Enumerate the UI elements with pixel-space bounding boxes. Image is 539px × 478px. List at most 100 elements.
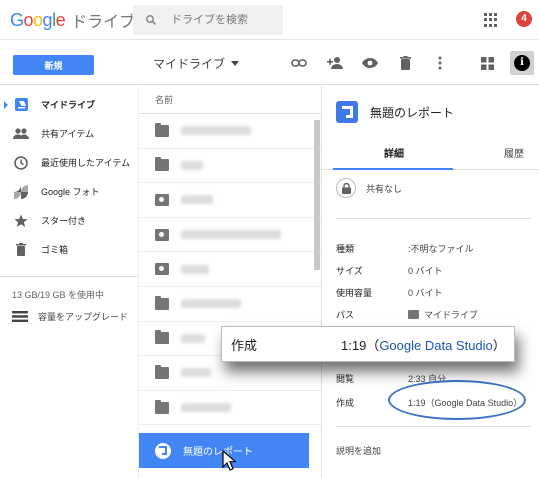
- sharing-label: 共有なし: [366, 183, 403, 194]
- folder-icon: [155, 157, 169, 172]
- prop-storage-used: 使用容量 0 バイト: [336, 288, 443, 298]
- sidebar-item-photos[interactable]: Google フォト: [0, 177, 138, 206]
- notifications-badge[interactable]: 4: [516, 11, 532, 27]
- folder-icon: [155, 330, 169, 345]
- top-bar: Google ドライブ 4: [0, 0, 539, 40]
- list-item[interactable]: [139, 218, 321, 253]
- list-item[interactable]: [139, 391, 321, 426]
- prop-location: パス マイドライブ: [336, 308, 479, 321]
- details-toggle-button[interactable]: i: [510, 51, 534, 75]
- apps-grid-icon[interactable]: [484, 13, 498, 27]
- sharing-status[interactable]: 共有なし: [336, 178, 402, 198]
- redacted-filename: [181, 299, 241, 309]
- new-button[interactable]: 新規: [13, 55, 94, 75]
- drive-icon: [13, 97, 29, 113]
- folder-icon: [155, 399, 169, 414]
- clock-icon: [13, 155, 29, 171]
- details-panel: 無題のレポート 詳細 履歴 共有なし 種類:不明なファイル サイズ 0 バイト 使…: [321, 86, 539, 478]
- shared-folder-icon: [155, 263, 169, 276]
- link-icon[interactable]: [290, 54, 308, 72]
- selected-file-name: 無題のレポート: [183, 447, 253, 459]
- sidebar-item-label: ゴミ箱: [41, 245, 69, 255]
- sidebar-item-label: マイドライブ: [41, 100, 96, 110]
- list-item[interactable]: [139, 149, 321, 184]
- callout-value: 1:19（Google Data Studio）: [341, 337, 506, 353]
- photos-icon: [13, 184, 29, 200]
- storage-icon: [12, 311, 28, 322]
- redacted-filename: [181, 160, 203, 170]
- details-header: 無題のレポート: [322, 86, 539, 138]
- list-item[interactable]: [139, 287, 321, 322]
- callout-app-link: Google Data Studio: [379, 337, 493, 353]
- redacted-filename: [181, 126, 251, 136]
- shared-folder-icon: [155, 228, 169, 241]
- zoom-callout: 作成 1:19（Google Data Studio）: [221, 326, 515, 362]
- sidebar-item-label: 最近使用したアイテム: [41, 158, 131, 168]
- details-tabs: 詳細 履歴: [322, 140, 539, 170]
- file-list: 名前 無題のレポート: [138, 86, 321, 478]
- highlight-ellipse: [388, 380, 526, 420]
- divider: [336, 426, 531, 427]
- preview-eye-icon[interactable]: [361, 54, 379, 72]
- list-item[interactable]: [139, 114, 321, 149]
- search-input[interactable]: [171, 14, 281, 26]
- sidebar-item-shared[interactable]: 共有アイテム: [0, 119, 138, 148]
- more-vert-icon[interactable]: [431, 54, 449, 72]
- product-name: ドライブ: [71, 14, 136, 31]
- sidebar-item-recent[interactable]: 最近使用したアイテム: [0, 148, 138, 177]
- shared-folder-icon: [155, 193, 169, 206]
- tab-history[interactable]: 履歴: [504, 140, 524, 170]
- location-dropdown[interactable]: マイドライブ: [153, 55, 240, 72]
- redacted-filename: [181, 403, 231, 413]
- prop-size: サイズ 0 バイト: [336, 266, 443, 276]
- action-toolbar: 新規 マイドライブ i: [0, 41, 539, 85]
- sidebar-divider: [0, 276, 138, 277]
- trash-icon: [13, 242, 29, 258]
- google-drive-logo[interactable]: Google ドライブ: [10, 9, 136, 32]
- google-wordmark: Google: [10, 9, 66, 30]
- sidebar: マイドライブ 共有アイテム 最近使用したアイテム Google フォト スター付…: [0, 86, 138, 478]
- redacted-filename: [181, 195, 213, 205]
- upgrade-label: 容量をアップグレード: [38, 312, 129, 322]
- folder-icon: [408, 310, 419, 319]
- sidebar-item-label: Google フォト: [41, 187, 100, 197]
- sidebar-item-starred[interactable]: スター付き: [0, 206, 138, 235]
- sidebar-item-trash[interactable]: ゴミ箱: [0, 235, 138, 264]
- prop-type: 種類:不明なファイル: [336, 244, 474, 254]
- details-title: 無題のレポート: [370, 105, 455, 120]
- add-description-field[interactable]: 説明を追加: [336, 444, 381, 457]
- redacted-filename: [181, 368, 211, 378]
- data-studio-report-icon: [155, 442, 171, 459]
- folder-icon: [155, 122, 169, 137]
- grid-view-icon[interactable]: [478, 54, 496, 72]
- storage-usage-text: 13 GB/19 GB を使用中: [12, 290, 105, 300]
- sidebar-item-label: 共有アイテム: [41, 129, 95, 139]
- divider: [336, 218, 531, 219]
- location-chip[interactable]: マイドライブ: [408, 308, 478, 321]
- list-item[interactable]: [139, 252, 321, 287]
- data-studio-report-icon: [336, 101, 358, 123]
- list-item[interactable]: [139, 183, 321, 218]
- delete-icon[interactable]: [396, 54, 414, 72]
- dropdown-caret-icon: [231, 61, 240, 66]
- folder-icon: [155, 364, 169, 379]
- people-icon: [13, 126, 29, 142]
- column-header-name[interactable]: 名前: [139, 86, 321, 114]
- mouse-pointer-icon: [222, 450, 236, 471]
- redacted-filename: [181, 264, 209, 274]
- upgrade-storage-link[interactable]: 容量をアップグレード: [12, 310, 128, 323]
- location-label: マイドライブ: [153, 57, 226, 71]
- lock-icon: [336, 178, 356, 198]
- folder-icon: [155, 295, 169, 310]
- tab-details[interactable]: 詳細: [384, 140, 404, 170]
- search-box[interactable]: [133, 5, 283, 35]
- star-icon: [13, 213, 29, 229]
- active-tab-indicator: [333, 168, 453, 170]
- info-icon: i: [514, 55, 530, 71]
- search-icon: [146, 15, 156, 25]
- redacted-filename: [181, 333, 205, 343]
- callout-key: 作成: [231, 337, 258, 353]
- add-person-icon[interactable]: [326, 54, 344, 72]
- file-list-scrollbar[interactable]: [314, 120, 320, 270]
- sidebar-item-my-drive[interactable]: マイドライブ: [0, 90, 138, 119]
